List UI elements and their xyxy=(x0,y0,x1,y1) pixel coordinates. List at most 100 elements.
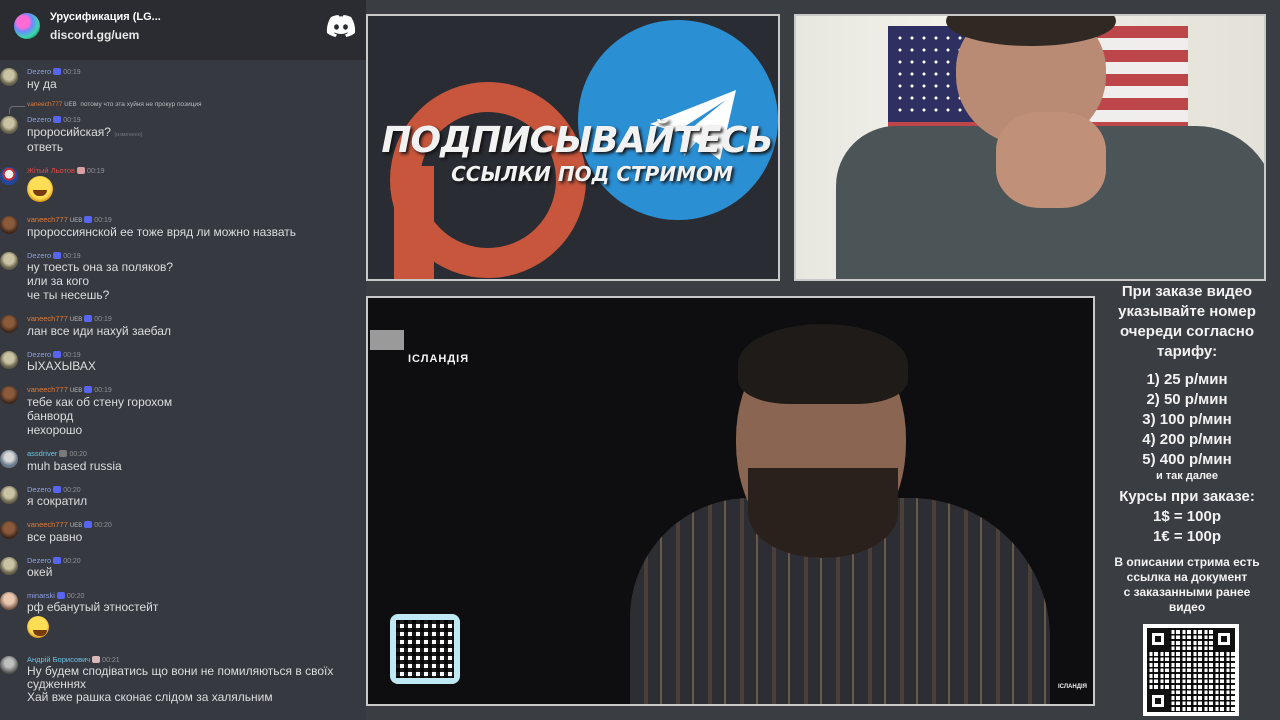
rates-title: Курсы при заказе: xyxy=(1119,488,1255,505)
message-meta: vaneech777 UEB 00:19 xyxy=(27,314,112,323)
interviewee-hair xyxy=(738,324,908,404)
role-badge-icon xyxy=(53,351,62,358)
timestamp: 00:20 xyxy=(94,522,112,529)
message-text: тебе как об стену горохом xyxy=(27,395,173,409)
role-badge-icon xyxy=(59,450,68,457)
webcam-panel xyxy=(794,14,1266,281)
message-text: ну да xyxy=(27,77,57,91)
message-text: лан все иди нахуй заебал xyxy=(27,324,171,338)
timestamp: 00:19 xyxy=(63,117,81,124)
username[interactable]: Dezero xyxy=(27,350,51,359)
reply-username[interactable]: vaneech777 xyxy=(27,101,62,108)
laughing-emoji-icon xyxy=(27,176,53,202)
message-text: Хай вже рашка сконає слідом за халяльним xyxy=(27,690,273,704)
discord-logo-icon xyxy=(326,15,356,37)
role-badge-icon xyxy=(92,656,101,663)
avatar[interactable] xyxy=(0,116,18,134)
qr-code-icon[interactable] xyxy=(1143,624,1239,716)
timestamp: 00:20 xyxy=(63,487,81,494)
avatar[interactable] xyxy=(0,521,18,539)
message-meta: Жітый Льотов 00:19 xyxy=(27,166,105,175)
username[interactable]: vaneech777 xyxy=(27,520,68,529)
message-text: ЫХАХЫВАХ xyxy=(27,359,96,373)
timestamp: 00:19 xyxy=(87,168,105,175)
timestamp: 00:19 xyxy=(94,387,112,394)
role-badge-icon xyxy=(77,167,86,174)
message-text: судженнях xyxy=(27,677,87,691)
role-badge-icon xyxy=(53,68,62,75)
timestamp: 00:19 xyxy=(63,253,81,260)
avatar[interactable] xyxy=(0,450,18,468)
timestamp: 00:20 xyxy=(69,451,87,458)
streamer-hand xyxy=(996,112,1106,208)
channel-logo-bar xyxy=(370,330,404,350)
rate-item: 1$ = 100р xyxy=(1153,508,1221,525)
server-invite-link[interactable]: discord.gg/uem xyxy=(50,28,139,42)
order-intro-line: очереди согласно xyxy=(1119,323,1255,340)
footer-line: ссылка на документ xyxy=(1126,570,1248,584)
username[interactable]: Жітый Льотов xyxy=(27,166,75,175)
order-intro-line: тарифу: xyxy=(1156,343,1218,360)
main-video-player[interactable]: ІСЛАНДІЯ ІСЛАНДІЯ xyxy=(366,296,1095,706)
clan-tag: UEB xyxy=(69,523,83,529)
timestamp: 00:19 xyxy=(63,69,81,76)
message-meta: Dezero 00:19 xyxy=(27,350,81,359)
message-meta: Dezero 00:19 xyxy=(27,251,81,260)
username[interactable]: Dezero xyxy=(27,115,51,124)
reply-connector xyxy=(9,106,25,114)
role-badge-icon xyxy=(84,386,93,393)
username[interactable]: Dezero xyxy=(27,251,51,260)
avatar[interactable] xyxy=(0,351,18,369)
message-meta: Dezero 00:20 xyxy=(27,485,81,494)
username[interactable]: vaneech777 xyxy=(27,385,68,394)
username[interactable]: Dezero xyxy=(27,556,51,565)
username[interactable]: Dezero xyxy=(27,485,51,494)
edited-label: (изменено) xyxy=(114,132,143,138)
subscribe-promo-panel: ПОДПИСЫВАЙТЕСЬ ССЫЛКИ ПОД СТРИМОМ xyxy=(366,14,780,281)
message-meta: minarski 00:20 xyxy=(27,591,84,600)
footer-line: В описании стрима есть xyxy=(1114,555,1260,569)
username[interactable]: vaneech777 xyxy=(27,314,68,323)
message-text: muh based russia xyxy=(27,459,122,473)
avatar[interactable] xyxy=(0,167,18,185)
message-text: проросийская? (изменено) xyxy=(27,125,143,139)
message-text: окей xyxy=(27,565,53,579)
avatar[interactable] xyxy=(0,68,18,86)
video-qr-code-icon xyxy=(390,614,460,684)
avatar[interactable] xyxy=(0,386,18,404)
timestamp: 00:21 xyxy=(102,657,120,664)
avatar[interactable] xyxy=(0,486,18,504)
grinning-emoji-icon xyxy=(27,616,49,638)
message-meta: Андрій Борисович 00:21 xyxy=(27,655,120,664)
message-text: я сократил xyxy=(27,494,88,508)
message-text: ну тоесть она за поляков? xyxy=(27,260,174,274)
avatar[interactable] xyxy=(0,216,18,234)
stream-overlay: Урусификация (LG... discord.gg/uem Dezer… xyxy=(0,0,1280,720)
username[interactable]: Андрій Борисович xyxy=(27,655,90,664)
role-badge-icon xyxy=(84,315,93,322)
avatar[interactable] xyxy=(0,315,18,333)
corner-watermark: ІСЛАНДІЯ xyxy=(1058,684,1087,690)
role-badge-icon xyxy=(53,116,62,123)
tariff-item: 4) 200 р/мин xyxy=(1142,431,1232,448)
username[interactable]: Dezero xyxy=(27,67,51,76)
username[interactable]: assdriver xyxy=(27,449,57,458)
promo-subtitle: ССЫЛКИ ПОД СТРИМОМ xyxy=(451,162,733,186)
message-meta: vaneech777 UEB 00:19 xyxy=(27,385,112,394)
server-header: Урусификация (LG... discord.gg/uem xyxy=(0,0,366,60)
discord-chat-widget: Урусификация (LG... discord.gg/uem Dezer… xyxy=(0,0,366,720)
clan-tag: UEB xyxy=(69,218,83,224)
server-icon xyxy=(14,13,40,39)
message-meta: vaneech777 UEB 00:19 xyxy=(27,215,112,224)
username[interactable]: vaneech777 xyxy=(27,215,68,224)
role-badge-icon xyxy=(56,592,65,599)
footer-line: видео xyxy=(1168,600,1206,614)
tariff-item: 2) 50 р/мин xyxy=(1146,391,1228,408)
role-badge-icon xyxy=(53,486,62,493)
avatar[interactable] xyxy=(0,252,18,270)
avatar[interactable] xyxy=(0,557,18,575)
username[interactable]: minarski xyxy=(27,591,55,600)
message-meta: Dezero 00:19 xyxy=(27,67,81,76)
avatar[interactable] xyxy=(0,592,18,610)
avatar[interactable] xyxy=(0,656,18,674)
